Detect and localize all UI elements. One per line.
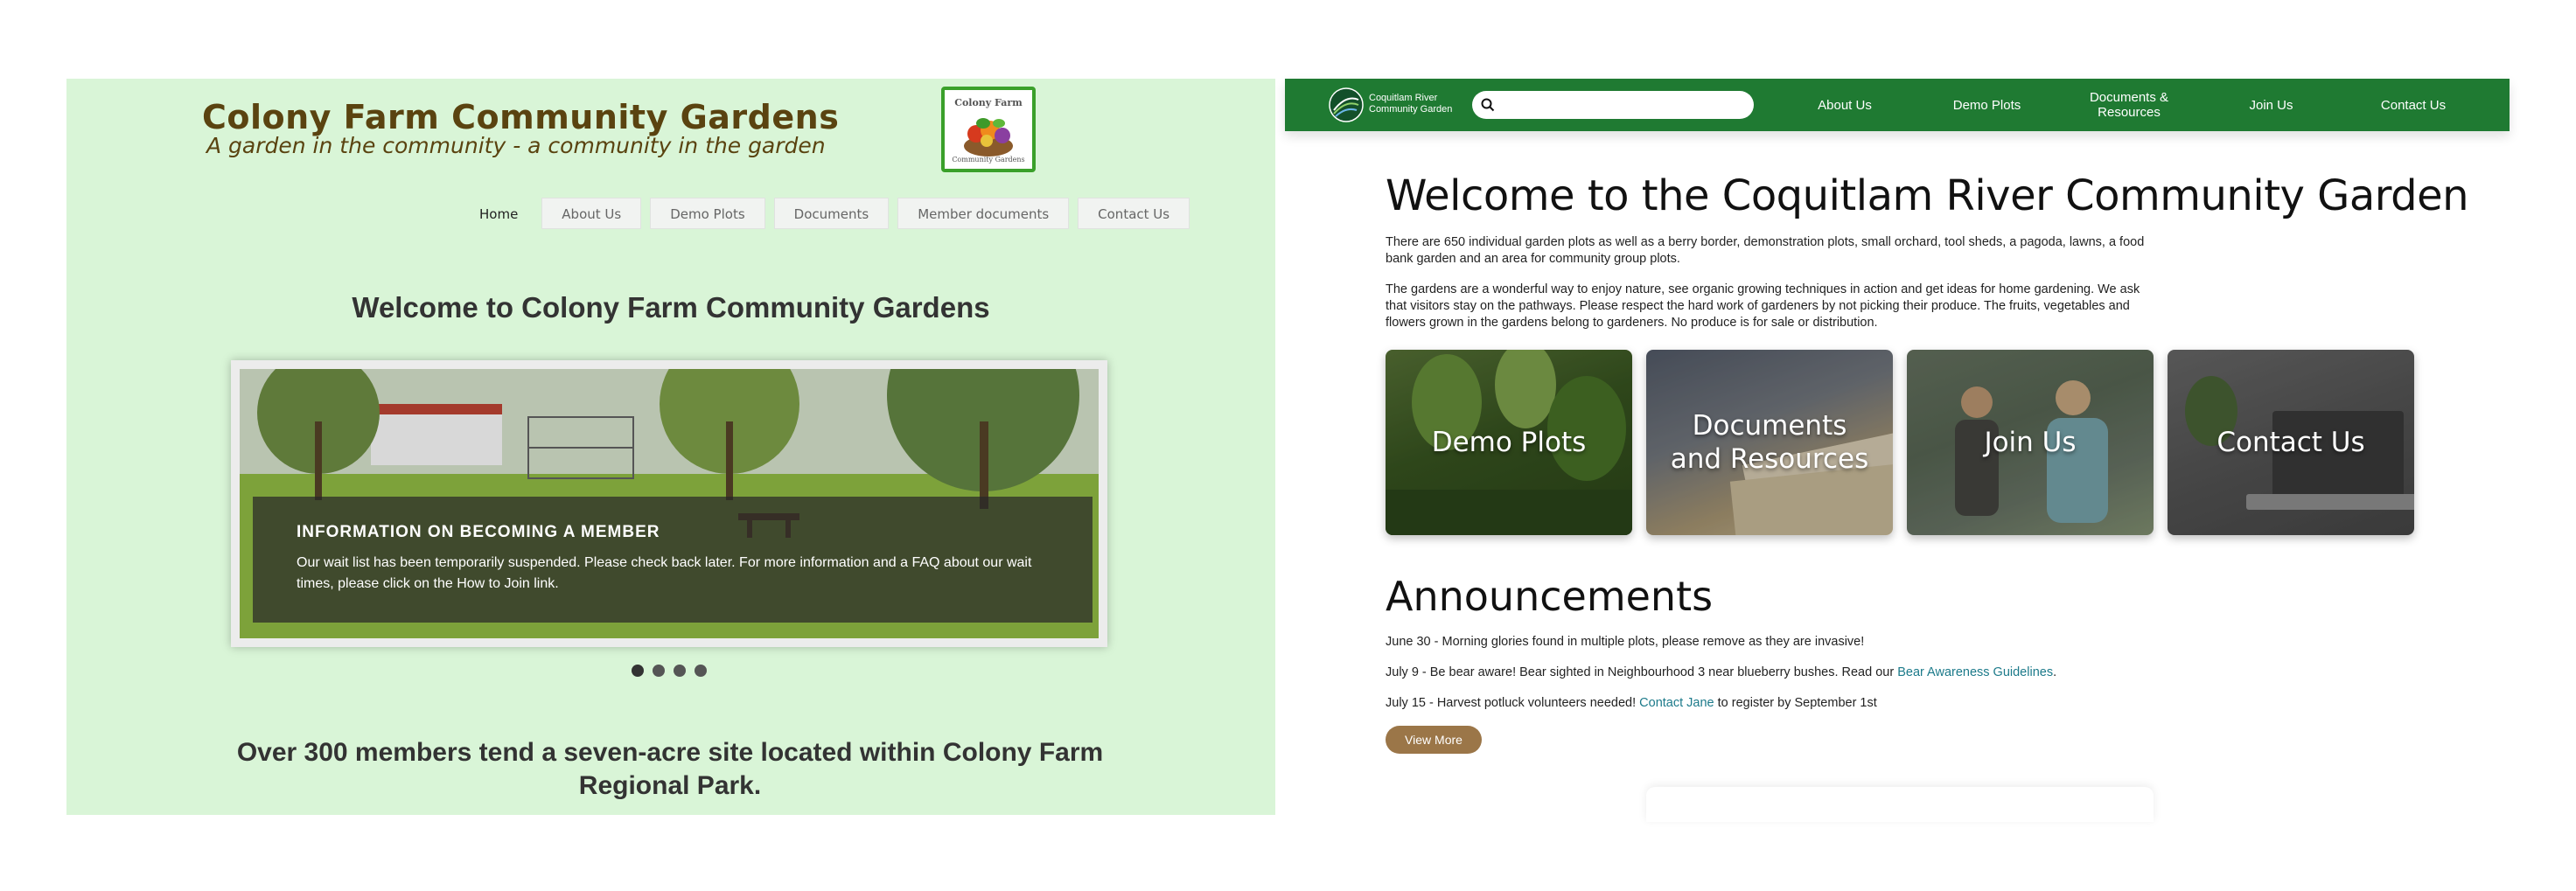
caption-text: Our wait list has been temporarily suspe… <box>297 555 1032 591</box>
announcement-item: July 15 - Harvest potluck volunteers nee… <box>1386 696 1877 710</box>
card-join-us[interactable]: Join Us <box>1907 350 2154 535</box>
card-demo-plots[interactable]: Demo Plots <box>1386 350 1632 535</box>
announcements-heading: Announcements <box>1386 573 1714 620</box>
nav-join-us[interactable]: Join Us <box>2206 98 2337 113</box>
vegetable-basket-icon <box>964 118 1013 157</box>
announcement-text: June 30 - Morning glories found in multi… <box>1386 635 1865 649</box>
slider-dot-4[interactable] <box>695 665 707 677</box>
main-nav: About Us Demo Plots Documents & Resource… <box>1779 79 2479 131</box>
site-header: Coquitlam River Community Garden About U… <box>1285 79 2510 131</box>
contact-jane-link[interactable]: Contact Jane <box>1639 696 1714 710</box>
announcement-text-end: to register by September 1st <box>1714 696 1877 710</box>
coquitlam-river-page: Coquitlam River Community Garden About U… <box>1285 79 2510 891</box>
announcement-item: June 30 - Morning glories found in multi… <box>1386 635 1864 649</box>
page-title: Welcome to the Coquitlam River Community… <box>1386 171 2469 220</box>
welcome-heading: Welcome to Colony Farm Community Gardens <box>352 291 990 324</box>
image-slider[interactable]: INFORMATION ON BECOMING A MEMBER Our wai… <box>231 360 1107 647</box>
slide-caption: INFORMATION ON BECOMING A MEMBER Our wai… <box>253 497 1093 623</box>
site-tagline: A garden in the community - a community … <box>206 133 826 158</box>
nav-home[interactable]: Home <box>464 198 533 229</box>
search-icon <box>1481 98 1495 112</box>
nav-documents[interactable]: Documents <box>773 198 890 229</box>
intro-paragraph-1: There are 650 individual garden plots as… <box>1386 235 2145 266</box>
logo-bottom-text: Community Gardens <box>952 156 1025 164</box>
brand-name[interactable]: Coquitlam River Community Garden <box>1369 93 1452 115</box>
colony-farm-page: Colony Farm Community Gardens A garden i… <box>66 79 1275 815</box>
bottom-card <box>1646 787 2154 822</box>
logo-top-text: Colony Farm <box>954 97 1023 108</box>
nav-member-documents[interactable]: Member documents <box>897 198 1070 229</box>
nav-contact-us[interactable]: Contact Us <box>2348 98 2479 113</box>
slider-dot-2[interactable] <box>653 665 665 677</box>
nav-documents-resources[interactable]: Documents & Resources <box>2063 90 2195 120</box>
view-more-button[interactable]: View More <box>1386 726 1482 754</box>
nav-demo-plots[interactable]: Demo Plots <box>650 198 765 229</box>
slider-dot-1[interactable] <box>632 665 644 677</box>
feature-cards: Demo Plots Documents and Resources Join … <box>1386 350 2414 535</box>
card-documents-resources[interactable]: Documents and Resources <box>1646 350 1893 535</box>
site-logo[interactable]: Colony Farm Community Gardens <box>941 87 1036 172</box>
main-nav: Home About Us Demo Plots Documents Membe… <box>464 198 1190 229</box>
announcement-text: July 15 - Harvest potluck volunteers nee… <box>1386 696 1640 710</box>
card-label: Contact Us <box>2216 427 2365 458</box>
members-heading: Over 300 members tend a seven-acre site … <box>236 738 1104 800</box>
garden-logo-icon[interactable] <box>1329 87 1364 122</box>
card-contact-us[interactable]: Contact Us <box>2168 350 2414 535</box>
slider-dot-3[interactable] <box>674 665 686 677</box>
announcement-text: July 9 - Be bear aware! Bear sighted in … <box>1386 665 1898 679</box>
nav-about-us[interactable]: About Us <box>541 198 642 229</box>
slider-dots <box>632 665 707 677</box>
intro-paragraph-2: The gardens are a wonderful way to enjoy… <box>1386 282 2140 330</box>
site-title[interactable]: Colony Farm Community Gardens <box>202 98 839 136</box>
card-label: Documents and Resources <box>1670 410 1869 475</box>
card-label: Demo Plots <box>1431 427 1587 458</box>
card-label: Join Us <box>1984 427 2077 458</box>
nav-about-us[interactable]: About Us <box>1779 98 1910 113</box>
announcement-text-end: . <box>2053 665 2057 679</box>
slide-garden-photo[interactable]: INFORMATION ON BECOMING A MEMBER Our wai… <box>240 369 1099 638</box>
nav-demo-plots[interactable]: Demo Plots <box>1922 98 2053 113</box>
caption-title: INFORMATION ON BECOMING A MEMBER <box>297 523 660 541</box>
bear-guidelines-link[interactable]: Bear Awareness Guidelines <box>1897 665 2053 679</box>
announcement-item: July 9 - Be bear aware! Bear sighted in … <box>1386 665 2056 679</box>
search-input[interactable] <box>1472 91 1754 119</box>
nav-contact-us[interactable]: Contact Us <box>1078 198 1190 229</box>
